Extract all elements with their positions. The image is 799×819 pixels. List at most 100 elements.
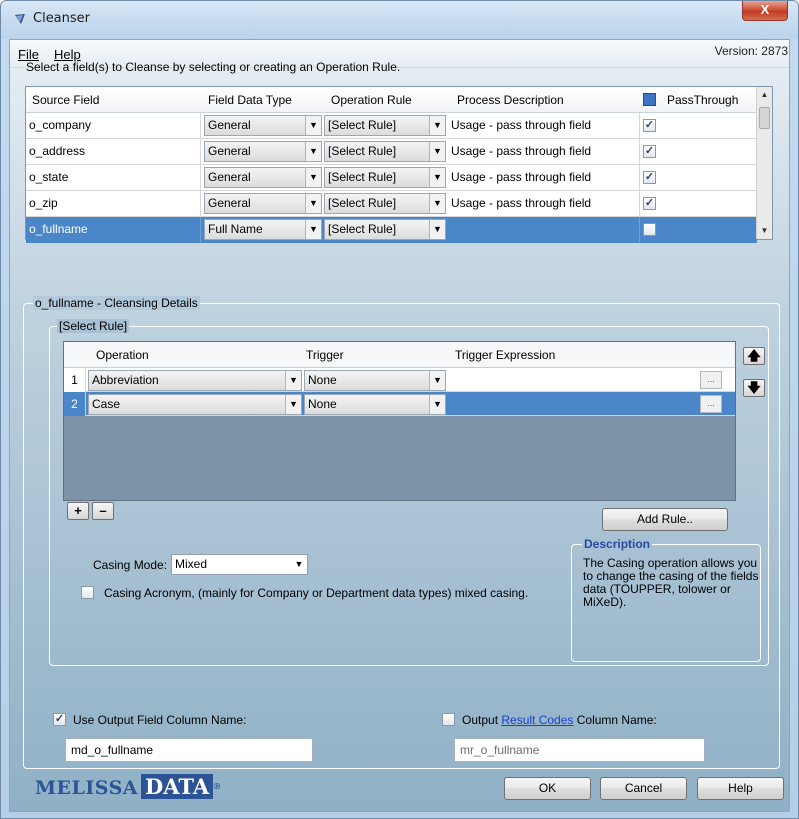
field-data-type-select[interactable]: General ▼ <box>204 193 322 214</box>
operation-value: Abbreviation <box>92 373 159 387</box>
casing-acronym-checkbox[interactable] <box>81 586 94 599</box>
passthrough-checkbox[interactable]: ✓ <box>643 145 656 158</box>
source-field-cell: o_company <box>26 113 201 138</box>
chevron-down-icon: ▼ <box>285 371 301 390</box>
result-codes-link[interactable]: Result Codes <box>501 713 573 727</box>
title-bar: Cleanser X <box>1 1 798 39</box>
col-trigger-expression[interactable]: Trigger Expression <box>455 348 555 362</box>
casing-acronym-label: Casing Acronym, (mainly for Company or D… <box>104 586 529 600</box>
passthrough-checkbox[interactable]: ✓ <box>643 197 656 210</box>
scroll-thumb[interactable] <box>759 107 770 129</box>
trigger-select[interactable]: None ▼ <box>304 394 446 415</box>
operation-select[interactable]: Case ▼ <box>88 394 302 415</box>
chevron-down-icon: ▼ <box>429 194 445 213</box>
trigger-expression-cell[interactable] <box>448 392 698 417</box>
source-field-cell: o_fullname <box>26 217 201 242</box>
result-codes-checkbox[interactable] <box>442 713 455 726</box>
version-label: Version: 2873 <box>714 44 788 58</box>
table-row[interactable]: o_state General ▼ [Select Rule] ▼ Usage - … <box>26 165 757 191</box>
row-number: 2 <box>64 392 86 416</box>
col-operation[interactable]: Operation <box>96 348 149 362</box>
field-type-value: Full Name <box>208 222 263 236</box>
vertical-scrollbar[interactable]: ▲ ▼ <box>756 87 772 239</box>
remove-operation-button[interactable]: – <box>92 502 114 520</box>
description-text: The Casing operation allows you to chang… <box>583 556 759 609</box>
use-output-label: Use Output Field Column Name: <box>73 713 247 727</box>
result-codes-input[interactable]: mr_o_fullname <box>454 738 705 762</box>
add-operation-button[interactable]: + <box>67 502 89 520</box>
operation-rule-select[interactable]: [Select Rule] ▼ <box>324 141 446 162</box>
casing-mode-select[interactable]: Mixed ▼ <box>171 554 308 575</box>
passthrough-all-checkbox[interactable] <box>643 93 656 106</box>
operation-value: Case <box>92 397 121 411</box>
add-rule-button[interactable]: Add Rule.. <box>602 508 728 531</box>
trigger-value: None <box>308 397 337 411</box>
rule-value: [Select Rule] <box>328 170 397 184</box>
operation-rule-select[interactable]: [Select Rule] ▼ <box>324 115 446 136</box>
move-down-icon: 🡇 <box>747 380 761 395</box>
result-codes-label: Output Result Codes Column Name: <box>462 713 657 727</box>
move-down-button[interactable]: 🡇 <box>743 379 765 397</box>
col-field-data-type[interactable]: Field Data Type <box>208 93 292 107</box>
field-data-type-select[interactable]: General ▼ <box>204 115 322 136</box>
grid-header: Source Field Field Data Type Operation R… <box>26 87 757 113</box>
output-field-input[interactable]: md_o_fullname <box>65 738 313 762</box>
select-rule-title: [Select Rule] <box>57 319 130 333</box>
row-number: 1 <box>64 368 86 392</box>
passthrough-checkbox[interactable]: ✓ <box>643 171 656 184</box>
help-button[interactable]: Help <box>697 777 784 800</box>
chevron-down-icon: ▼ <box>429 371 445 390</box>
rule-value: [Select Rule] <box>328 196 397 210</box>
scroll-down-icon[interactable]: ▼ <box>757 223 772 239</box>
move-up-button[interactable]: 🡅 <box>743 347 765 365</box>
table-row-selected[interactable]: o_fullname Full Name ▼ [Select Rule] ▼ <box>26 217 757 243</box>
instruction-text: Select a field(s) to Cleanse by selectin… <box>26 60 401 74</box>
move-up-icon: 🡅 <box>747 348 761 363</box>
passthrough-checkbox[interactable] <box>643 223 656 236</box>
source-field-cell: o_zip <box>26 191 201 216</box>
trigger-value: None <box>308 373 337 387</box>
col-passthrough[interactable]: PassThrough <box>667 93 738 107</box>
field-data-type-select[interactable]: General ▼ <box>204 141 322 162</box>
col-source-field[interactable]: Source Field <box>32 93 99 107</box>
use-output-checkbox[interactable]: ✓ <box>53 713 66 726</box>
passthrough-checkbox[interactable]: ✓ <box>643 119 656 132</box>
col-trigger[interactable]: Trigger <box>306 348 344 362</box>
field-data-type-select[interactable]: Full Name ▼ <box>204 219 322 240</box>
chevron-down-icon: ▼ <box>305 168 321 187</box>
rule-value: [Select Rule] <box>328 144 397 158</box>
field-data-type-select[interactable]: General ▼ <box>204 167 322 188</box>
logo-mark: ® <box>213 781 222 791</box>
operation-rule-select[interactable]: [Select Rule] ▼ <box>324 167 446 188</box>
chevron-down-icon: ▼ <box>305 116 321 135</box>
trigger-expression-cell[interactable] <box>448 368 698 393</box>
table-row[interactable]: o_company General ▼ [Select Rule] ▼ Usage … <box>26 113 757 139</box>
field-type-value: General <box>208 170 251 184</box>
close-button[interactable]: X <box>742 1 788 21</box>
app-icon <box>15 14 25 24</box>
process-description-cell: Usage - pass through field <box>448 165 640 190</box>
table-row[interactable]: 1 Abbreviation ▼ None ▼ ... <box>64 368 735 392</box>
operation-select[interactable]: Abbreviation ▼ <box>88 370 302 391</box>
source-field-grid: Source Field Field Data Type Operation R… <box>25 86 773 243</box>
chevron-down-icon: ▼ <box>429 116 445 135</box>
field-type-value: General <box>208 196 251 210</box>
cancel-button[interactable]: Cancel <box>600 777 687 800</box>
operation-rule-select[interactable]: [Select Rule] ▼ <box>324 219 446 240</box>
table-row[interactable]: o_zip General ▼ [Select Rule] ▼ Usage - pa… <box>26 191 757 217</box>
expression-browse-button[interactable]: ... <box>700 371 722 389</box>
process-description-cell: Usage - pass through field <box>448 113 640 138</box>
chevron-down-icon: ▼ <box>429 220 445 239</box>
table-row-selected[interactable]: 2 Case ▼ None ▼ ... <box>64 392 735 416</box>
expression-browse-button[interactable]: ... <box>700 395 722 413</box>
field-type-value: General <box>208 144 251 158</box>
ok-button[interactable]: OK <box>504 777 591 800</box>
trigger-select[interactable]: None ▼ <box>304 370 446 391</box>
result-suffix: Column Name: <box>573 713 657 727</box>
process-description-cell: Usage - pass through field <box>448 191 640 216</box>
col-operation-rule[interactable]: Operation Rule <box>331 93 412 107</box>
scroll-up-icon[interactable]: ▲ <box>757 87 772 103</box>
table-row[interactable]: o_address General ▼ [Select Rule] ▼ Usage … <box>26 139 757 165</box>
col-process-description[interactable]: Process Description <box>457 93 564 107</box>
operation-rule-select[interactable]: [Select Rule] ▼ <box>324 193 446 214</box>
